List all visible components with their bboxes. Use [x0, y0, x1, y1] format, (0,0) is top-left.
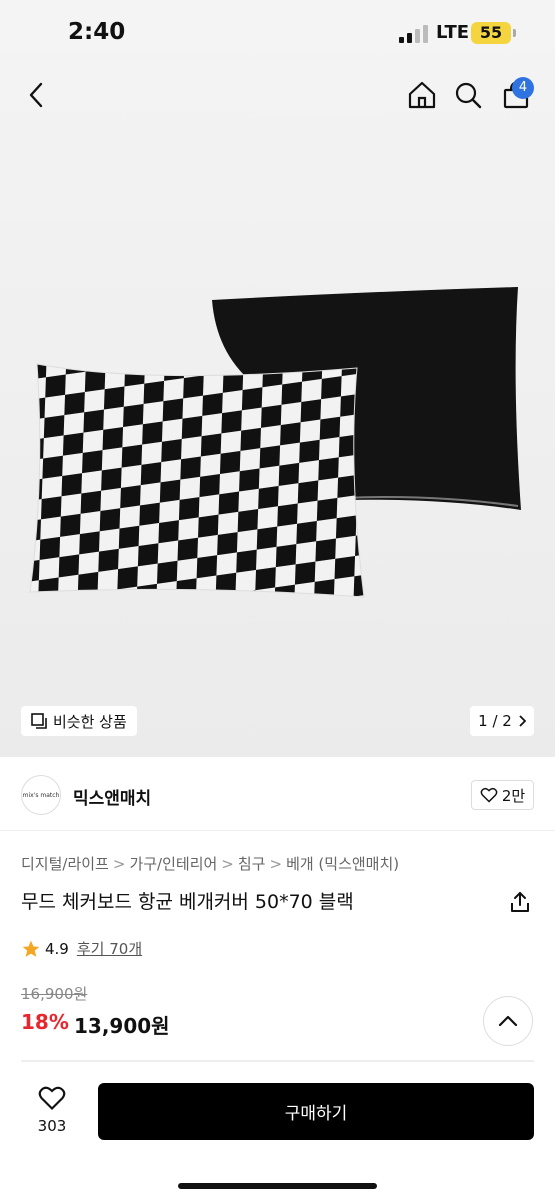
product-image [29, 287, 521, 598]
wishlist-button[interactable]: 303 [28, 1085, 76, 1135]
seller-like-count: 2만 [501, 786, 526, 805]
sale-price: 13,900원 [74, 1014, 170, 1038]
similar-icon [31, 713, 47, 729]
similar-products-label: 비슷한 상품 [53, 712, 127, 731]
seller-name[interactable]: 믹스앤매치 [73, 784, 151, 809]
seller-logo[interactable]: mix's match [21, 775, 61, 815]
discount-rate: 18% [21, 1010, 69, 1034]
seller-follow-button[interactable]: 2만 [471, 780, 534, 810]
back-button[interactable] [17, 75, 57, 115]
heart-icon [38, 1086, 66, 1110]
status-time: 2:40 [68, 19, 126, 45]
breadcrumb-separator: > [112, 855, 126, 873]
battery-icon: 55 [471, 22, 511, 44]
breadcrumb-separator: > [269, 855, 283, 873]
home-icon [408, 81, 436, 109]
rating-value: 4.9 [45, 939, 69, 958]
search-button[interactable] [448, 75, 488, 115]
signal-icon [399, 25, 428, 43]
original-price: 16,900원 [21, 985, 88, 1003]
review-link[interactable]: 후기 70개 [77, 938, 142, 959]
image-page-indicator[interactable]: 1 / 2 [470, 706, 534, 736]
buy-button[interactable]: 구매하기 [98, 1083, 534, 1140]
breadcrumb: 디지털/라이프 > 가구/인테리어 > 침구 > 베개 (믹스앤매치) [21, 853, 399, 874]
chevron-right-icon [519, 715, 526, 727]
heart-icon [480, 787, 498, 803]
scroll-top-button[interactable] [483, 996, 533, 1046]
wishlist-count: 303 [37, 1117, 67, 1135]
cart-count-badge: 4 [512, 77, 534, 99]
product-title: 무드 체커보드 항균 베개커버 50*70 블랙 [21, 891, 354, 913]
status-bar: 2:40 LTE 55 [0, 0, 555, 64]
breadcrumb-item[interactable]: 침구 [238, 855, 266, 873]
breadcrumb-item[interactable]: 베개 (믹스앤매치) [286, 855, 399, 873]
home-indicator [178, 1183, 377, 1189]
network-label: LTE [436, 22, 470, 43]
battery-tip [513, 29, 516, 37]
share-icon[interactable] [508, 890, 532, 914]
breadcrumb-separator: > [221, 855, 234, 873]
similar-products-button[interactable]: 비슷한 상품 [21, 706, 137, 736]
home-button[interactable] [402, 75, 442, 115]
breadcrumb-item[interactable]: 디지털/라이프 [21, 855, 109, 873]
page-count: 1 / 2 [478, 712, 512, 730]
product-rating: 4.9 후기 70개 [21, 938, 142, 959]
chevron-left-icon [29, 82, 43, 108]
chevron-up-icon [498, 1015, 518, 1027]
seller-logo-text: mix's match [22, 791, 60, 799]
search-icon [455, 82, 482, 109]
star-icon [22, 940, 40, 957]
breadcrumb-item[interactable]: 가구/인테리어 [129, 855, 217, 873]
